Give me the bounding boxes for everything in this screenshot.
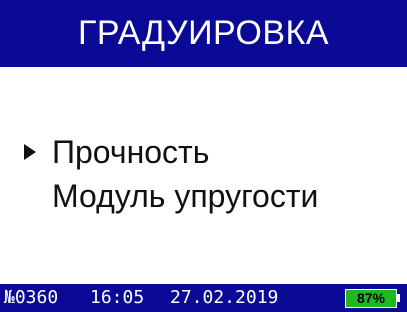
menu-item-strength[interactable]: Прочность	[52, 132, 209, 172]
clock-date: 27.02.2019	[170, 287, 279, 308]
screen-header: ГРАДУИРОВКА	[0, 0, 407, 67]
status-bar: №0360 16:05 27.02.2019 87%	[0, 284, 407, 312]
battery-indicator: 87%	[345, 289, 397, 308]
selection-arrow-icon	[24, 144, 36, 160]
clock-time: 16:05	[90, 287, 145, 308]
device-serial: №0360	[4, 287, 59, 308]
menu-item-elastic-modulus[interactable]: Модуль упругости	[52, 176, 318, 216]
screen-title: ГРАДУИРОВКА	[77, 14, 330, 52]
battery-icon	[397, 294, 400, 302]
